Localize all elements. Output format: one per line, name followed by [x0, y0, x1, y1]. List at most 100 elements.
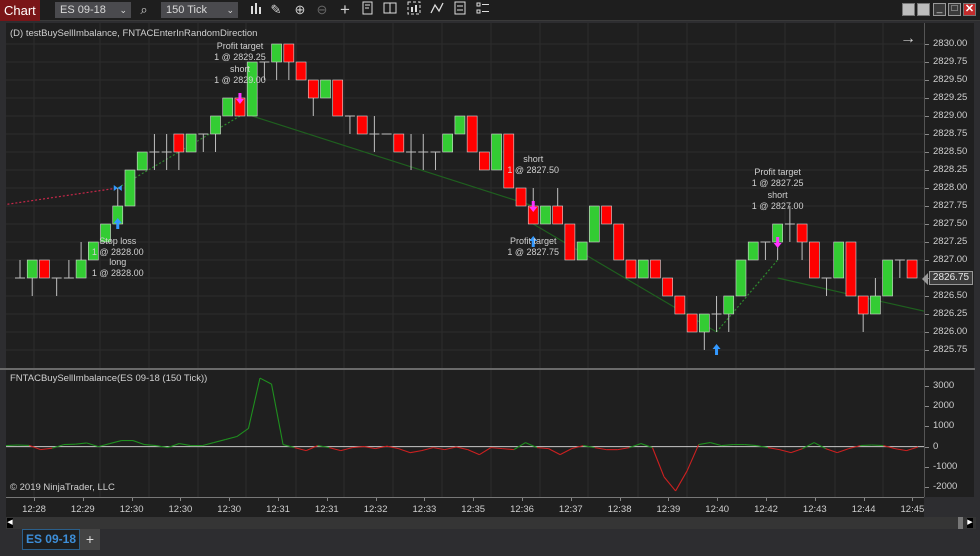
candle	[185, 133, 197, 153]
indicator-panel[interactable]	[5, 370, 924, 497]
candle	[637, 259, 649, 279]
annotation-line: Profit target	[509, 236, 557, 246]
zoom-in-icon[interactable]: ⊕	[291, 1, 309, 19]
time-tick	[82, 498, 84, 501]
time-axis-label: 12:29	[70, 504, 95, 515]
bar-type-icon[interactable]	[247, 1, 265, 19]
indicator-segment	[444, 446, 457, 451]
chart-toolbar: Chart ES 09-18 ⌄ ⌕ 150 Tick ⌄ ✎ ⊕ ⊖ + _ …	[0, 0, 980, 21]
indicator-segment	[144, 444, 157, 447]
indicator-segment	[675, 470, 688, 492]
annotation-line: long	[109, 257, 127, 267]
chevron-down-icon: ⌄	[226, 5, 234, 15]
candle	[369, 116, 380, 152]
chart-trader-icon[interactable]	[405, 1, 423, 19]
strategy-icon[interactable]	[359, 1, 377, 19]
price-axis-label: 2826.50	[933, 290, 968, 301]
candle	[430, 151, 441, 170]
scroll-to-right-icon[interactable]: →	[900, 30, 916, 48]
time-tick	[912, 498, 914, 501]
price-axis-label: 2829.75	[933, 56, 968, 67]
chart-tab-label[interactable]: Chart	[0, 0, 40, 21]
maximize-button[interactable]: □	[948, 3, 961, 16]
scroll-right-icon[interactable]: ▶	[967, 518, 973, 528]
indicator-segment	[282, 444, 295, 449]
candle-body	[332, 79, 344, 117]
indicator-segment	[548, 448, 561, 456]
minimize-button[interactable]: _	[933, 3, 946, 16]
indicator-segment	[802, 442, 815, 450]
properties-icon[interactable]	[451, 1, 469, 19]
axis-tick	[925, 332, 929, 333]
candle-body	[650, 259, 661, 279]
candle	[271, 43, 282, 80]
candle-body	[136, 151, 148, 171]
candle	[882, 259, 893, 297]
time-axis[interactable]: 12:28 12:29 12:30 12:30 12:30 12:31 12:31 12:32…	[6, 497, 924, 517]
candle	[136, 151, 148, 171]
indicator-chart[interactable]	[5, 370, 924, 497]
indicator-segment	[247, 377, 261, 429]
annotation-line: short	[229, 64, 250, 74]
axis-tick	[925, 446, 929, 448]
close-button[interactable]: ✕	[963, 3, 976, 16]
window-button-1[interactable]	[902, 3, 915, 16]
candle	[222, 97, 234, 117]
axis-tick	[925, 260, 929, 261]
candle-body	[613, 223, 625, 261]
time-axis-label: 12:36	[510, 504, 534, 515]
crosshair-icon[interactable]: +	[336, 1, 354, 19]
zoom-out-icon[interactable]: ⊖	[313, 1, 331, 19]
candle	[552, 188, 563, 225]
axis-tick	[925, 80, 929, 81]
price-axis[interactable]: 2830.00 2829.75 2829.50 2829.25 2829.00 2828.…	[922, 23, 974, 368]
indicator-segment	[883, 445, 896, 450]
indicator-segment	[467, 449, 480, 456]
trade-annotation: short 1 @ 2827.50	[507, 154, 559, 176]
instrument-select[interactable]: ES 09-18 ⌄	[55, 2, 131, 18]
candle	[15, 260, 25, 279]
price-axis-label: 2828.50	[933, 146, 968, 157]
tab-es-09-18[interactable]: ES 09-18	[22, 529, 80, 550]
candle-body	[295, 61, 307, 81]
price-axis-label: 2827.50	[933, 218, 968, 229]
indicator-segment	[698, 442, 711, 446]
time-axis-label: 12:28	[22, 504, 46, 515]
candle-body	[808, 241, 820, 279]
candle-body	[320, 79, 331, 99]
search-icon[interactable]: ⌕	[135, 1, 153, 19]
indicator-segment	[409, 450, 422, 454]
candle	[686, 313, 698, 333]
candle-body	[466, 115, 478, 153]
time-tick	[278, 498, 279, 501]
candle	[406, 134, 417, 170]
window-button-2[interactable]	[917, 3, 930, 16]
scroll-left-icon[interactable]: ◀	[7, 518, 13, 528]
annotation-line: 1 @ 2827.00	[751, 201, 804, 211]
indicator-segment	[5, 444, 18, 447]
indicator-axis[interactable]: 3000 2000 1000 0 -1000 -2000	[924, 370, 974, 497]
data-box-icon[interactable]	[381, 1, 399, 19]
candle	[564, 223, 576, 261]
candle	[796, 223, 808, 260]
templates-icon[interactable]	[474, 1, 492, 19]
horizontal-scrollbar[interactable]: ◀ ▶	[6, 517, 976, 529]
indicator-segment	[270, 384, 284, 445]
scroll-thumb[interactable]	[958, 517, 963, 529]
candle	[589, 205, 600, 243]
indicator-panel-title: FNTACBuySellImbalance(ES 09-18 (150 Tick…	[10, 373, 208, 384]
interval-select[interactable]: 150 Tick ⌄	[161, 2, 238, 18]
drawing-tool-icon[interactable]: ✎	[267, 1, 285, 19]
candle-body	[491, 133, 502, 171]
indicator-segment	[513, 442, 526, 451]
indicator-segment	[837, 448, 849, 454]
time-tick	[522, 498, 523, 501]
candle	[491, 133, 502, 171]
add-tab-button[interactable]: +	[80, 529, 100, 550]
indicators-icon[interactable]	[428, 1, 446, 19]
candle-body	[26, 259, 38, 279]
indicator-segment	[479, 447, 492, 456]
axis-tick	[925, 406, 929, 408]
candle-body	[356, 115, 368, 135]
time-tick	[766, 498, 767, 501]
